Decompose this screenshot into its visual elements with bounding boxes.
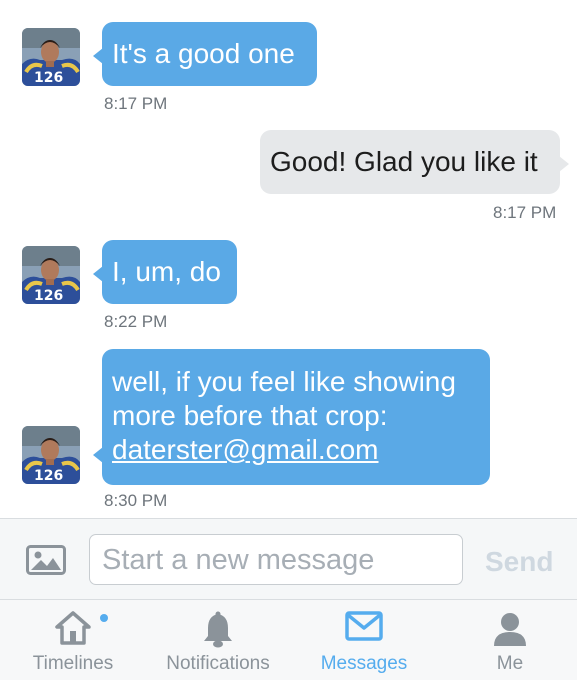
message-bubble[interactable]: It's a good one xyxy=(93,22,317,86)
sender-avatar[interactable] xyxy=(22,426,80,484)
sender-avatar[interactable] xyxy=(22,246,80,304)
tab-notifications[interactable]: Notifications xyxy=(156,600,280,680)
message-bubble[interactable]: I, um, do xyxy=(93,240,237,304)
tab-messages[interactable]: Messages xyxy=(306,600,422,680)
person-icon xyxy=(492,610,528,653)
tab-label: Notifications xyxy=(166,653,270,674)
home-icon xyxy=(53,610,93,651)
tab-label: Me xyxy=(496,653,524,674)
message-text: I, um, do xyxy=(112,256,221,287)
message-input[interactable]: Start a new message xyxy=(89,534,463,585)
send-button[interactable]: Send xyxy=(485,546,553,578)
message-bubble[interactable]: Good! Glad you like it xyxy=(260,130,569,194)
tab-me[interactable]: Me xyxy=(470,600,550,680)
tab-label: Timelines xyxy=(32,653,114,674)
sender-avatar[interactable] xyxy=(22,28,80,86)
message-timestamp: 8:17 PM xyxy=(104,94,168,113)
message-thread: It's a good one 8:17 PM Good! Glad you l… xyxy=(0,0,577,518)
message-composer: Start a new message Send xyxy=(0,518,577,600)
message-text: more before that crop: xyxy=(112,400,388,431)
unread-dot xyxy=(100,614,108,622)
message-timestamp: 8:30 PM xyxy=(104,491,168,510)
bell-icon xyxy=(200,610,236,655)
message-text: Good! Glad you like it xyxy=(270,146,538,177)
message-text: well, if you feel like showing xyxy=(112,366,456,397)
message-bubble[interactable]: well, if you feel like showing more befo… xyxy=(93,349,490,485)
tab-bar: Timelines Notifications Messages Me xyxy=(0,600,577,680)
email-link[interactable]: daterster@gmail.com xyxy=(112,433,480,467)
envelope-icon xyxy=(345,610,383,647)
message-text: It's a good one xyxy=(112,38,295,69)
tab-timelines[interactable]: Timelines xyxy=(14,600,132,680)
message-timestamp: 8:22 PM xyxy=(104,312,168,331)
tab-label: Messages xyxy=(320,653,408,674)
image-icon[interactable] xyxy=(26,545,66,575)
message-timestamp: 8:17 PM xyxy=(493,203,557,222)
